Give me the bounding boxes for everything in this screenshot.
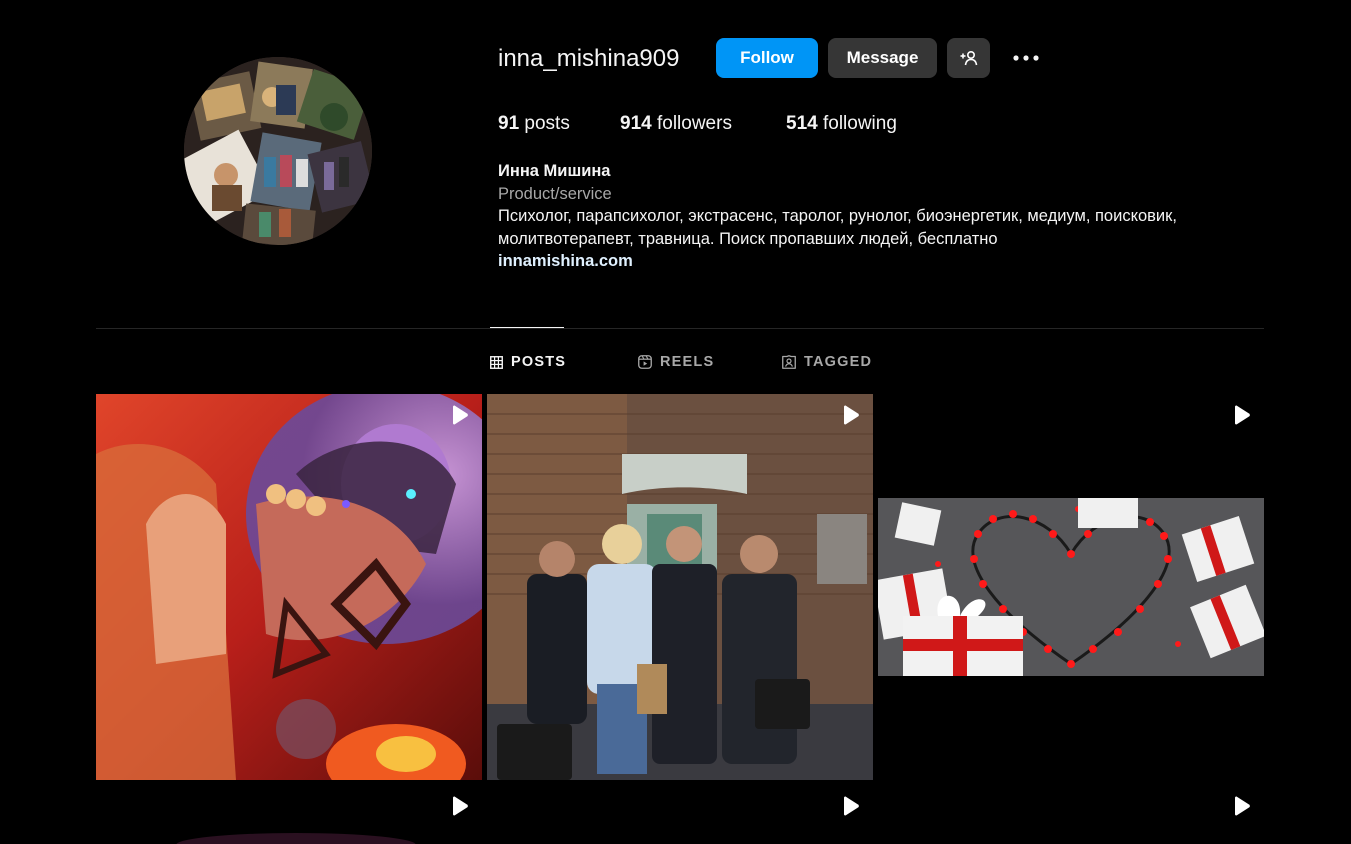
tab-posts[interactable]: POSTS: [490, 352, 566, 372]
tagged-icon: [782, 355, 796, 369]
tab-tagged-label: TAGGED: [804, 354, 873, 370]
message-button[interactable]: Message: [828, 38, 937, 78]
reel-play-icon: [844, 796, 859, 816]
post-image: [96, 785, 482, 844]
profile-page: inna_mishina909 Follow Message 91 posts …: [0, 0, 1351, 844]
post-image: [878, 394, 1264, 780]
suggested-accounts-button[interactable]: [947, 38, 990, 78]
reel-play-icon: [1235, 796, 1250, 816]
active-tab-indicator: [490, 327, 564, 328]
post-tile[interactable]: [487, 785, 873, 844]
post-image: [878, 785, 1264, 844]
post-image: [487, 394, 873, 780]
reel-play-icon: [1235, 405, 1250, 425]
following-label: following: [822, 113, 897, 134]
profile-description: Психолог, парапсихолог, экстрасенс, таро…: [498, 207, 1177, 248]
followers-label: followers: [656, 113, 732, 134]
more-options-icon: [1013, 55, 1039, 61]
reel-play-icon: [453, 796, 468, 816]
reel-play-icon: [844, 405, 859, 425]
followers-stat[interactable]: 914 followers: [620, 113, 732, 135]
profile-category: Product/service: [498, 184, 612, 203]
profile-avatar[interactable]: [184, 57, 372, 245]
following-count: 514: [786, 113, 818, 134]
tabs-divider: [96, 328, 1264, 329]
post-image: [96, 394, 482, 780]
tab-posts-label: POSTS: [511, 354, 567, 370]
profile-bio: Инна Мишина Product/service Психолог, па…: [498, 160, 1258, 273]
profile-website-link[interactable]: innamishina.com: [498, 250, 1258, 273]
follow-button[interactable]: Follow: [716, 38, 818, 78]
posts-stat: 91 posts: [498, 113, 570, 135]
tab-tagged[interactable]: TAGGED: [782, 352, 872, 372]
tab-reels-label: REELS: [660, 354, 715, 370]
post-tile[interactable]: [96, 394, 482, 780]
options-button[interactable]: [1008, 44, 1044, 72]
post-tile[interactable]: [878, 394, 1264, 780]
followers-count: 914: [620, 113, 652, 134]
reels-icon: [638, 355, 652, 369]
post-image: [487, 785, 873, 844]
posts-label: posts: [524, 113, 570, 134]
reel-play-icon: [453, 405, 468, 425]
post-tile[interactable]: [878, 785, 1264, 844]
following-stat[interactable]: 514 following: [786, 113, 897, 135]
post-tile[interactable]: [96, 785, 482, 844]
profile-username: inna_mishina909: [498, 45, 680, 72]
posts-count: 91: [498, 113, 520, 134]
avatar-collage-image: [184, 57, 372, 245]
post-tile[interactable]: [487, 394, 873, 780]
profile-full-name: Инна Мишина: [498, 162, 611, 180]
tab-reels[interactable]: REELS: [638, 352, 714, 372]
grid-icon: [490, 355, 503, 369]
add-person-icon: [960, 50, 977, 66]
